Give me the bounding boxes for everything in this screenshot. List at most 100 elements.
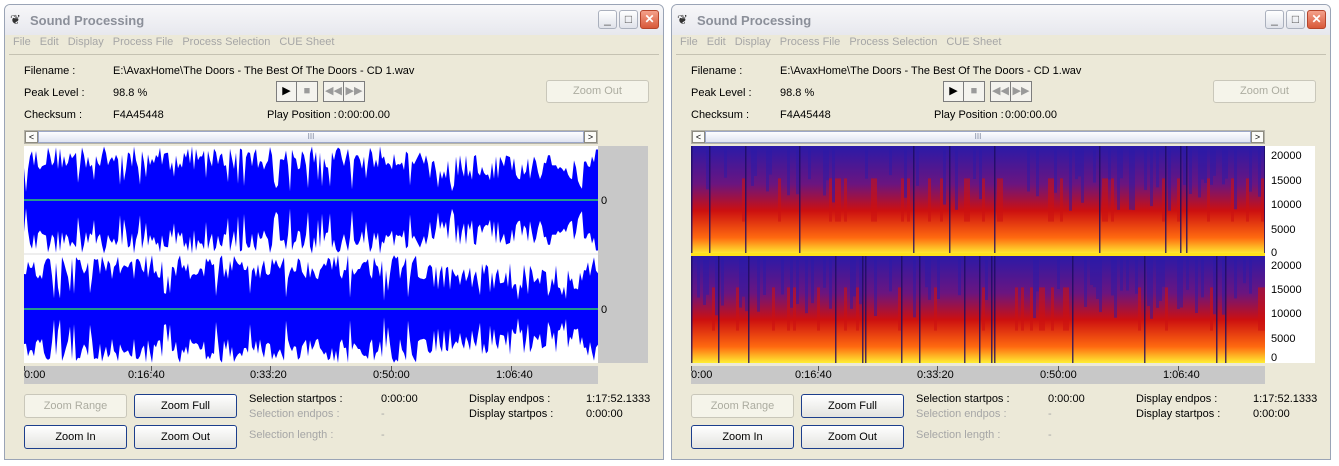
peak-level-label: Peak Level :: [24, 87, 85, 99]
rewind-button[interactable]: ◀◀: [323, 81, 344, 102]
waveform-graphic: [24, 146, 598, 363]
maximize-button[interactable]: □: [1286, 10, 1305, 29]
frequency-label: 0: [1271, 352, 1278, 364]
frequency-label: 0: [1271, 247, 1278, 259]
frequency-label: 10000: [1271, 199, 1302, 211]
scroll-thumb[interactable]: III: [38, 131, 584, 143]
time-label: 0:33:20: [250, 369, 287, 381]
selection-endpos-value: -: [1048, 408, 1052, 420]
time-label: 0:33:20: [917, 369, 954, 381]
scroll-right-icon[interactable]: >: [584, 131, 597, 143]
rewind-button[interactable]: ◀◀: [990, 81, 1011, 102]
menu-edit[interactable]: Edit: [707, 36, 726, 48]
menu-display[interactable]: Display: [68, 36, 104, 48]
zoom-out-button[interactable]: Zoom Out: [801, 425, 904, 449]
maximize-button[interactable]: □: [619, 10, 638, 29]
title-bar[interactable]: ❦ Sound Processing _ □ ✕: [672, 5, 1330, 35]
window-title: Sound Processing: [30, 13, 145, 28]
zoom-in-button[interactable]: Zoom In: [24, 425, 127, 449]
zero-tick-label: 0: [601, 304, 608, 316]
spectrogram-window: ❦ Sound Processing _ □ ✕ File Edit Displ…: [671, 4, 1331, 460]
spectrogram-graphic: [691, 146, 1265, 363]
menu-process-selection[interactable]: Process Selection: [182, 36, 270, 48]
minimize-icon: _: [604, 12, 611, 26]
display-startpos-label: Display startpos :: [469, 408, 554, 420]
display-startpos-value: 0:00:00: [586, 408, 623, 420]
waveform-display[interactable]: [24, 146, 598, 363]
menu-process-selection[interactable]: Process Selection: [849, 36, 937, 48]
play-button[interactable]: ▶: [943, 81, 964, 102]
peak-level-value: 98.8 %: [780, 87, 815, 99]
checksum-value: F4A45448: [113, 109, 164, 121]
frequency-label: 5000: [1271, 333, 1296, 345]
menu-file[interactable]: File: [680, 36, 698, 48]
menu-display[interactable]: Display: [735, 36, 771, 48]
close-button[interactable]: ✕: [640, 10, 659, 29]
time-label: 0:50:00: [1040, 369, 1077, 381]
spectrogram-display[interactable]: [691, 146, 1265, 363]
zoom-in-button[interactable]: Zoom In: [691, 425, 794, 449]
horizontal-scrollbar[interactable]: < III >: [691, 130, 1265, 144]
menu-cue-sheet[interactable]: CUE Sheet: [279, 36, 334, 48]
zoom-out-top-button[interactable]: Zoom Out: [546, 80, 649, 103]
frequency-label: 20000: [1271, 150, 1302, 162]
filename-label: Filename :: [691, 65, 743, 77]
close-icon: ✕: [1311, 12, 1322, 26]
minimize-button[interactable]: _: [598, 10, 617, 29]
zoom-range-button[interactable]: Zoom Range: [24, 394, 127, 418]
maximize-icon: □: [624, 12, 633, 26]
maximize-icon: □: [1291, 12, 1300, 26]
play-position-label: Play Position :: [934, 109, 1004, 121]
selection-length-label: Selection length :: [249, 429, 334, 441]
selection-length-label: Selection length :: [916, 429, 1001, 441]
minimize-icon: _: [1271, 12, 1278, 26]
scroll-left-icon[interactable]: <: [25, 131, 38, 143]
close-icon: ✕: [644, 12, 655, 26]
waveform-window: ❦ Sound Processing _ □ ✕ File Edit Displ…: [4, 4, 664, 460]
menu-edit[interactable]: Edit: [40, 36, 59, 48]
scroll-left-icon[interactable]: <: [692, 131, 705, 143]
fast-forward-button[interactable]: ▶▶: [1011, 81, 1032, 102]
title-bar[interactable]: ❦ Sound Processing _ □ ✕: [5, 5, 663, 35]
menu-cue-sheet[interactable]: CUE Sheet: [946, 36, 1001, 48]
stop-button[interactable]: ■: [297, 81, 318, 102]
play-button[interactable]: ▶: [276, 81, 297, 102]
fast-forward-button[interactable]: ▶▶: [344, 81, 365, 102]
menu-file[interactable]: File: [13, 36, 31, 48]
close-button[interactable]: ✕: [1307, 10, 1326, 29]
menu-process-file[interactable]: Process File: [780, 36, 841, 48]
bug-icon: ❦: [10, 12, 21, 27]
menu-process-file[interactable]: Process File: [113, 36, 174, 48]
play-position-value: 0:00:00.00: [1005, 109, 1057, 121]
selection-startpos-value: 0:00:00: [1048, 393, 1085, 405]
peak-level-label: Peak Level :: [691, 87, 752, 99]
display-endpos-value: 1:17:52.1333: [586, 393, 651, 405]
display-startpos-label: Display startpos :: [1136, 408, 1221, 420]
peak-level-value: 98.8 %: [113, 87, 148, 99]
checksum-label: Checksum :: [691, 109, 750, 121]
zoom-full-button[interactable]: Zoom Full: [801, 394, 904, 418]
display-endpos-label: Display endpos :: [1136, 393, 1218, 405]
filename-label: Filename :: [24, 65, 76, 77]
zoom-range-button[interactable]: Zoom Range: [691, 394, 794, 418]
time-label: 1:06:40: [496, 369, 533, 381]
zero-tick-label: 0: [601, 195, 608, 207]
scroll-right-icon[interactable]: >: [1251, 131, 1264, 143]
stop-button[interactable]: ■: [964, 81, 985, 102]
horizontal-scrollbar[interactable]: < III >: [24, 130, 598, 144]
zoom-out-top-button[interactable]: Zoom Out: [1213, 80, 1316, 103]
display-startpos-value: 0:00:00: [1253, 408, 1290, 420]
selection-length-value: -: [381, 429, 385, 441]
selection-endpos-value: -: [381, 408, 385, 420]
selection-startpos-value: 0:00:00: [381, 393, 418, 405]
time-label: 0:00: [691, 369, 713, 381]
zoom-full-button[interactable]: Zoom Full: [134, 394, 237, 418]
time-label: 0:00: [24, 369, 46, 381]
zoom-out-button[interactable]: Zoom Out: [134, 425, 237, 449]
scroll-thumb[interactable]: III: [705, 131, 1251, 143]
frequency-label: 5000: [1271, 224, 1296, 236]
selection-endpos-label: Selection endpos :: [249, 408, 340, 420]
frequency-label: 20000: [1271, 260, 1302, 272]
minimize-button[interactable]: _: [1265, 10, 1284, 29]
filename-value: E:\AvaxHome\The Doors - The Best Of The …: [113, 65, 415, 77]
